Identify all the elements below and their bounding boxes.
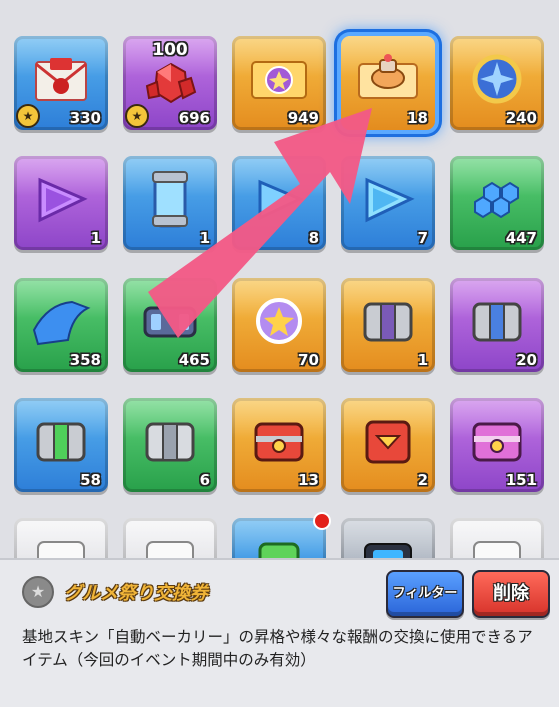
item-tile[interactable] xyxy=(341,518,435,560)
item-quantity: 18 xyxy=(407,109,428,127)
item-grid: ★ 330 100 ★ 696 949 18 240 1 1 8 7 447 3… xyxy=(0,0,559,560)
item-tile[interactable]: 7 xyxy=(341,156,435,250)
star-badge-icon: ★ xyxy=(125,104,149,128)
item-tile[interactable]: 100 ★ 696 xyxy=(123,36,217,130)
purple-triangle-icon xyxy=(38,177,88,223)
item-tile[interactable]: 1 xyxy=(123,156,217,250)
pink-chest-icon xyxy=(472,422,522,462)
filter-button[interactable]: フィルター xyxy=(386,570,464,618)
item-tile[interactable]: 20 xyxy=(450,278,544,372)
device-icon xyxy=(364,543,412,560)
item-tile[interactable]: 58 xyxy=(14,398,108,492)
item-quantity: 465 xyxy=(178,351,210,369)
item-quantity: 949 xyxy=(287,109,319,127)
item-quantity: 8 xyxy=(308,229,319,247)
item-tile[interactable] xyxy=(450,518,544,560)
item-tile[interactable]: 151 xyxy=(450,398,544,492)
item-tile[interactable] xyxy=(232,518,326,560)
item-tile[interactable]: 1 xyxy=(14,156,108,250)
emblem-icon xyxy=(256,298,302,344)
item-tile[interactable]: 13 xyxy=(232,398,326,492)
item-tile[interactable]: 465 xyxy=(123,278,217,372)
white-box-icon xyxy=(146,541,194,560)
item-tile[interactable]: 240 xyxy=(450,36,544,130)
red-gem-icon xyxy=(145,62,197,104)
green-chest-icon xyxy=(36,422,86,462)
white-box-icon xyxy=(37,541,85,560)
item-tile[interactable]: 70 xyxy=(232,278,326,372)
item-tile[interactable]: 6 xyxy=(123,398,217,492)
grey-chest-icon xyxy=(363,302,413,342)
hidden-item-icon xyxy=(258,179,304,221)
item-quantity: 6 xyxy=(199,471,210,489)
gourmet-ticket-icon xyxy=(358,54,418,99)
item-tile[interactable]: 8 xyxy=(232,156,326,250)
item-tile[interactable] xyxy=(14,518,108,560)
item-quantity: 330 xyxy=(69,109,101,127)
item-tile[interactable]: ★ 330 xyxy=(14,36,108,130)
red-cube-icon xyxy=(365,420,411,464)
item-name: グルメ祭り交換券 xyxy=(64,583,208,604)
item-quantity: 2 xyxy=(417,471,428,489)
notification-dot xyxy=(313,512,331,530)
item-detail-panel: ★ グルメ祭り交換券 フィルター 削除 基地スキン「自動ベーカリー」の昇格や様々… xyxy=(0,558,559,707)
item-quantity: 240 xyxy=(505,109,537,127)
star-coin-icon: ★ xyxy=(22,576,54,608)
green-capsule-icon xyxy=(258,542,300,560)
purple-chest-icon xyxy=(472,302,522,342)
white-box-icon xyxy=(473,541,521,560)
item-quantity: 358 xyxy=(69,351,101,369)
item-quantity: 1 xyxy=(417,351,428,369)
item-quantity: 1 xyxy=(90,229,101,247)
item-quantity: 70 xyxy=(298,351,319,369)
silver-chest-icon xyxy=(145,422,195,462)
item-tile[interactable]: 949 xyxy=(232,36,326,130)
item-description: 基地スキン「自動ベーカリー」の昇格や様々な報酬の交換に使用できるアイテム（今回の… xyxy=(22,628,533,669)
item-quantity: 447 xyxy=(505,229,537,247)
letter-icon xyxy=(35,58,87,101)
item-quantity: 20 xyxy=(516,351,537,369)
item-quantity: 13 xyxy=(298,471,319,489)
blue-triangle-icon xyxy=(365,177,415,223)
item-tile-selected[interactable]: 18 xyxy=(341,36,435,130)
blue-sheet-icon xyxy=(32,300,91,346)
blue-star-medal-icon xyxy=(472,54,522,104)
item-quantity: 7 xyxy=(417,229,428,247)
hexagon-blocks-icon xyxy=(474,181,519,219)
item-tile[interactable]: 447 xyxy=(450,156,544,250)
item-quantity: 151 xyxy=(505,471,537,489)
item-name-row: ★ グルメ祭り交換券 xyxy=(22,576,208,608)
item-tile[interactable]: 358 xyxy=(14,278,108,372)
delete-button[interactable]: 削除 xyxy=(472,570,550,618)
item-tile[interactable]: 2 xyxy=(341,398,435,492)
item-tile[interactable]: 1 xyxy=(341,278,435,372)
capsule-icon xyxy=(152,171,188,228)
item-tile[interactable] xyxy=(123,518,217,560)
red-chest-icon xyxy=(254,422,304,462)
item-quantity: 696 xyxy=(178,109,210,127)
item-quantity: 58 xyxy=(80,471,101,489)
item-quantity: 1 xyxy=(199,229,210,247)
ticket-icon xyxy=(251,61,307,99)
connector-icon xyxy=(143,306,197,338)
star-badge-icon: ★ xyxy=(16,104,40,128)
